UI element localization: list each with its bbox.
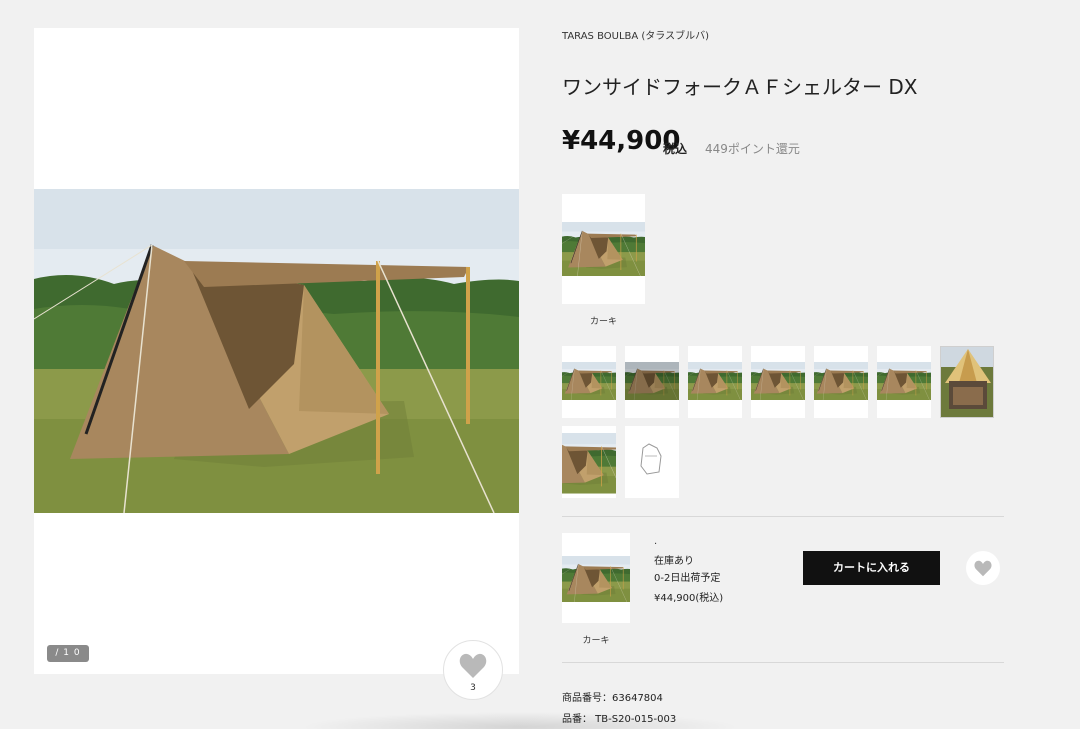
thumbnail-8[interactable] (562, 426, 616, 498)
tax-label: 税込 (663, 142, 688, 156)
divider (562, 662, 1004, 663)
image-pager: / 1 0 (47, 645, 89, 662)
thumbnail-5[interactable] (814, 346, 868, 418)
thumbnail-4[interactable] (751, 346, 805, 418)
thumbnail-9[interactable] (625, 426, 679, 498)
variant-name: . (654, 536, 658, 547)
add-to-cart-button[interactable]: カートに入れる (803, 551, 940, 585)
cart-variant-image (562, 533, 630, 623)
thumbnail-3[interactable] (688, 346, 742, 418)
diagram-icon (625, 426, 679, 498)
thumbnail-6[interactable] (877, 346, 931, 418)
product-title: ワンサイドフォークＡＦシェルター DX (562, 75, 918, 99)
heart-icon (459, 653, 487, 678)
main-image-panel: / 1 0 3 (34, 28, 519, 700)
favorite-count: 3 (470, 683, 476, 693)
variant-favorite-button[interactable] (966, 551, 1000, 585)
thumbnail-1[interactable] (562, 346, 616, 418)
brand-name[interactable]: TARAS BOULBA (タラスブルバ) (562, 27, 709, 42)
shipping-estimate: 0-2日出荷予定 (654, 573, 721, 584)
thumbnail-2[interactable] (625, 346, 679, 418)
color-option-label: カーキ (589, 317, 617, 327)
heart-icon (974, 560, 992, 577)
points-reward: 449ポイント還元 (705, 142, 800, 156)
cart-price: ¥44,900(税込) (654, 593, 724, 604)
divider (562, 516, 1004, 517)
favorite-button[interactable]: 3 (443, 640, 503, 700)
color-thumbnail-image (562, 222, 645, 276)
main-product-image[interactable] (34, 189, 519, 513)
thumbnail-7[interactable] (940, 346, 994, 418)
color-option-khaki[interactable] (562, 194, 645, 304)
item-number: 商品番号：63647804 (562, 693, 663, 704)
cart-variant-label: カーキ (582, 636, 610, 646)
stock-status: 在庫あり (654, 556, 694, 567)
